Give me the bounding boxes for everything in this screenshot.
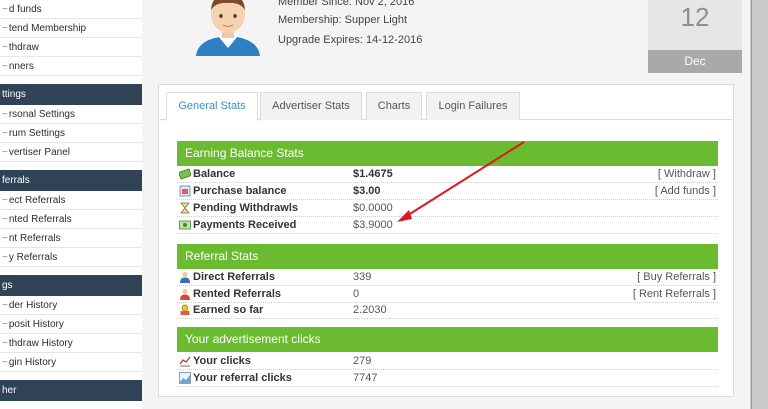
- annotation-arrow: [397, 141, 525, 222]
